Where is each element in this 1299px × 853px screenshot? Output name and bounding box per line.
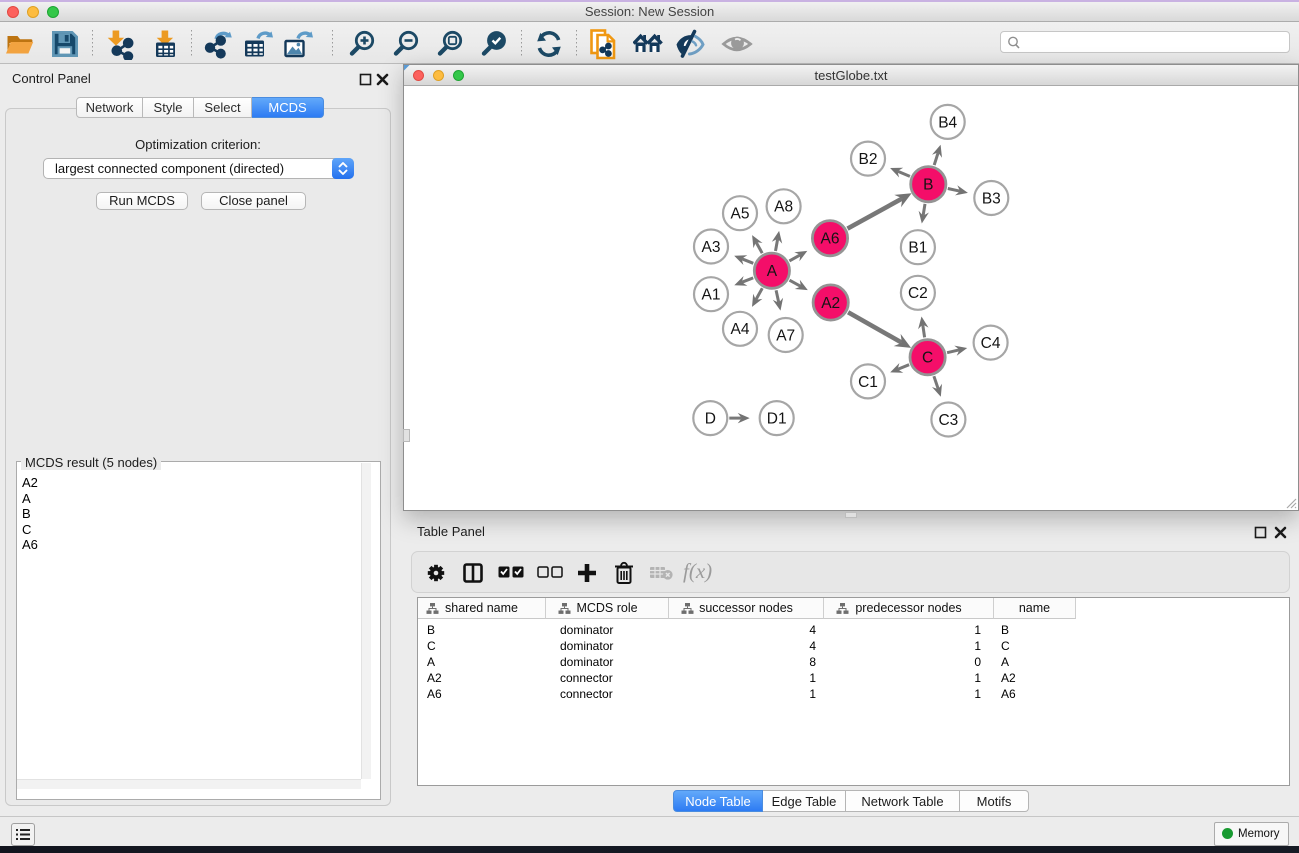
svg-text:B2: B2: [859, 151, 878, 168]
svg-text:C4: C4: [981, 335, 1001, 352]
svg-text:A6: A6: [821, 231, 840, 248]
svg-text:B4: B4: [938, 114, 957, 131]
svg-text:A1: A1: [702, 287, 721, 304]
svg-text:C1: C1: [858, 374, 878, 391]
svg-text:A: A: [767, 263, 778, 280]
svg-text:A5: A5: [731, 206, 750, 223]
svg-text:D: D: [705, 411, 716, 428]
svg-text:A8: A8: [774, 199, 793, 216]
svg-text:B3: B3: [982, 190, 1001, 207]
svg-text:C: C: [922, 350, 933, 367]
svg-text:A7: A7: [776, 327, 795, 344]
svg-text:A4: A4: [731, 321, 750, 338]
svg-text:B: B: [923, 177, 933, 194]
svg-text:D1: D1: [767, 411, 787, 428]
svg-text:B1: B1: [908, 240, 927, 257]
svg-text:A2: A2: [821, 295, 840, 312]
svg-text:C2: C2: [908, 285, 928, 302]
svg-text:A3: A3: [702, 239, 721, 256]
svg-text:C3: C3: [938, 412, 958, 429]
